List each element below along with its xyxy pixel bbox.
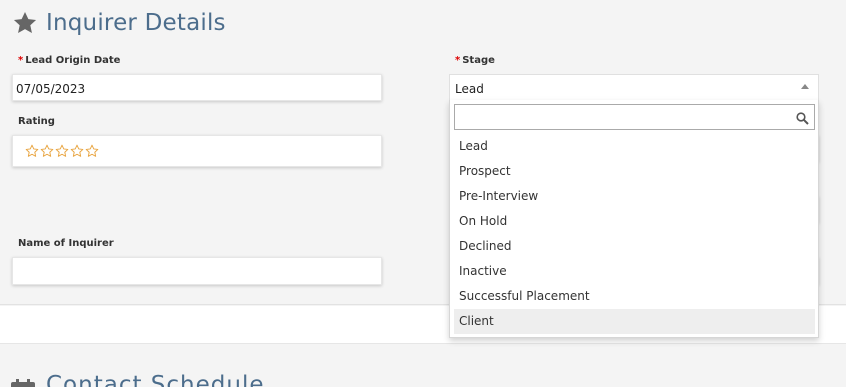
stage-option-list: Lead Prospect Pre-Interview On Hold Declined… — [454, 134, 815, 334]
rating-field — [12, 135, 382, 167]
section-header: Inquirer Details — [12, 8, 226, 38]
stage-select-value: Lead — [455, 82, 484, 96]
stage-option-on-hold[interactable]: On Hold — [454, 209, 815, 234]
stage-option-inactive[interactable]: Inactive — [454, 259, 815, 284]
rating-star-icon[interactable] — [40, 144, 54, 158]
stage-label: * Stage — [455, 55, 495, 66]
star-icon — [12, 10, 38, 36]
lead-origin-date-field[interactable]: 07/05/2023 — [12, 74, 382, 101]
stage-option-successful-placement[interactable]: Successful Placement — [454, 284, 815, 309]
stage-label-text: Stage — [462, 55, 495, 66]
section-title: Inquirer Details — [46, 10, 226, 36]
rating-star-icon[interactable] — [25, 144, 39, 158]
required-mark: * — [455, 55, 461, 66]
stage-select[interactable]: Lead — [449, 74, 819, 101]
lead-origin-date-value: 07/05/2023 — [16, 82, 86, 96]
stage-option-prospect[interactable]: Prospect — [454, 159, 815, 184]
caret-up-icon[interactable] — [801, 84, 809, 89]
stage-option-lead[interactable]: Lead — [454, 134, 815, 159]
calendar-icon — [10, 379, 36, 387]
name-of-inquirer-field[interactable] — [12, 257, 382, 285]
lead-origin-date-label: * Lead Origin Date — [18, 55, 120, 66]
rating-star-icon[interactable] — [55, 144, 69, 158]
stage-option-pre-interview[interactable]: Pre-Interview — [454, 184, 815, 209]
rating-stars — [25, 144, 99, 158]
name-of-inquirer-label: Name of Inquirer — [18, 238, 114, 249]
rating-star-icon[interactable] — [85, 144, 99, 158]
search-icon — [796, 110, 809, 129]
stage-option-declined[interactable]: Declined — [454, 234, 815, 259]
stage-option-client[interactable]: Client — [454, 309, 815, 334]
stage-dropdown: Lead Prospect Pre-Interview On Hold Declined… — [449, 100, 819, 338]
stage-search-input[interactable] — [455, 105, 790, 129]
stage-search-wrapper — [454, 104, 815, 130]
required-mark: * — [18, 55, 24, 66]
lead-origin-date-label-text: Lead Origin Date — [25, 55, 121, 66]
rating-star-icon[interactable] — [70, 144, 84, 158]
next-section-title: Contact Schedule — [46, 372, 265, 387]
rating-label: Rating — [18, 116, 55, 127]
